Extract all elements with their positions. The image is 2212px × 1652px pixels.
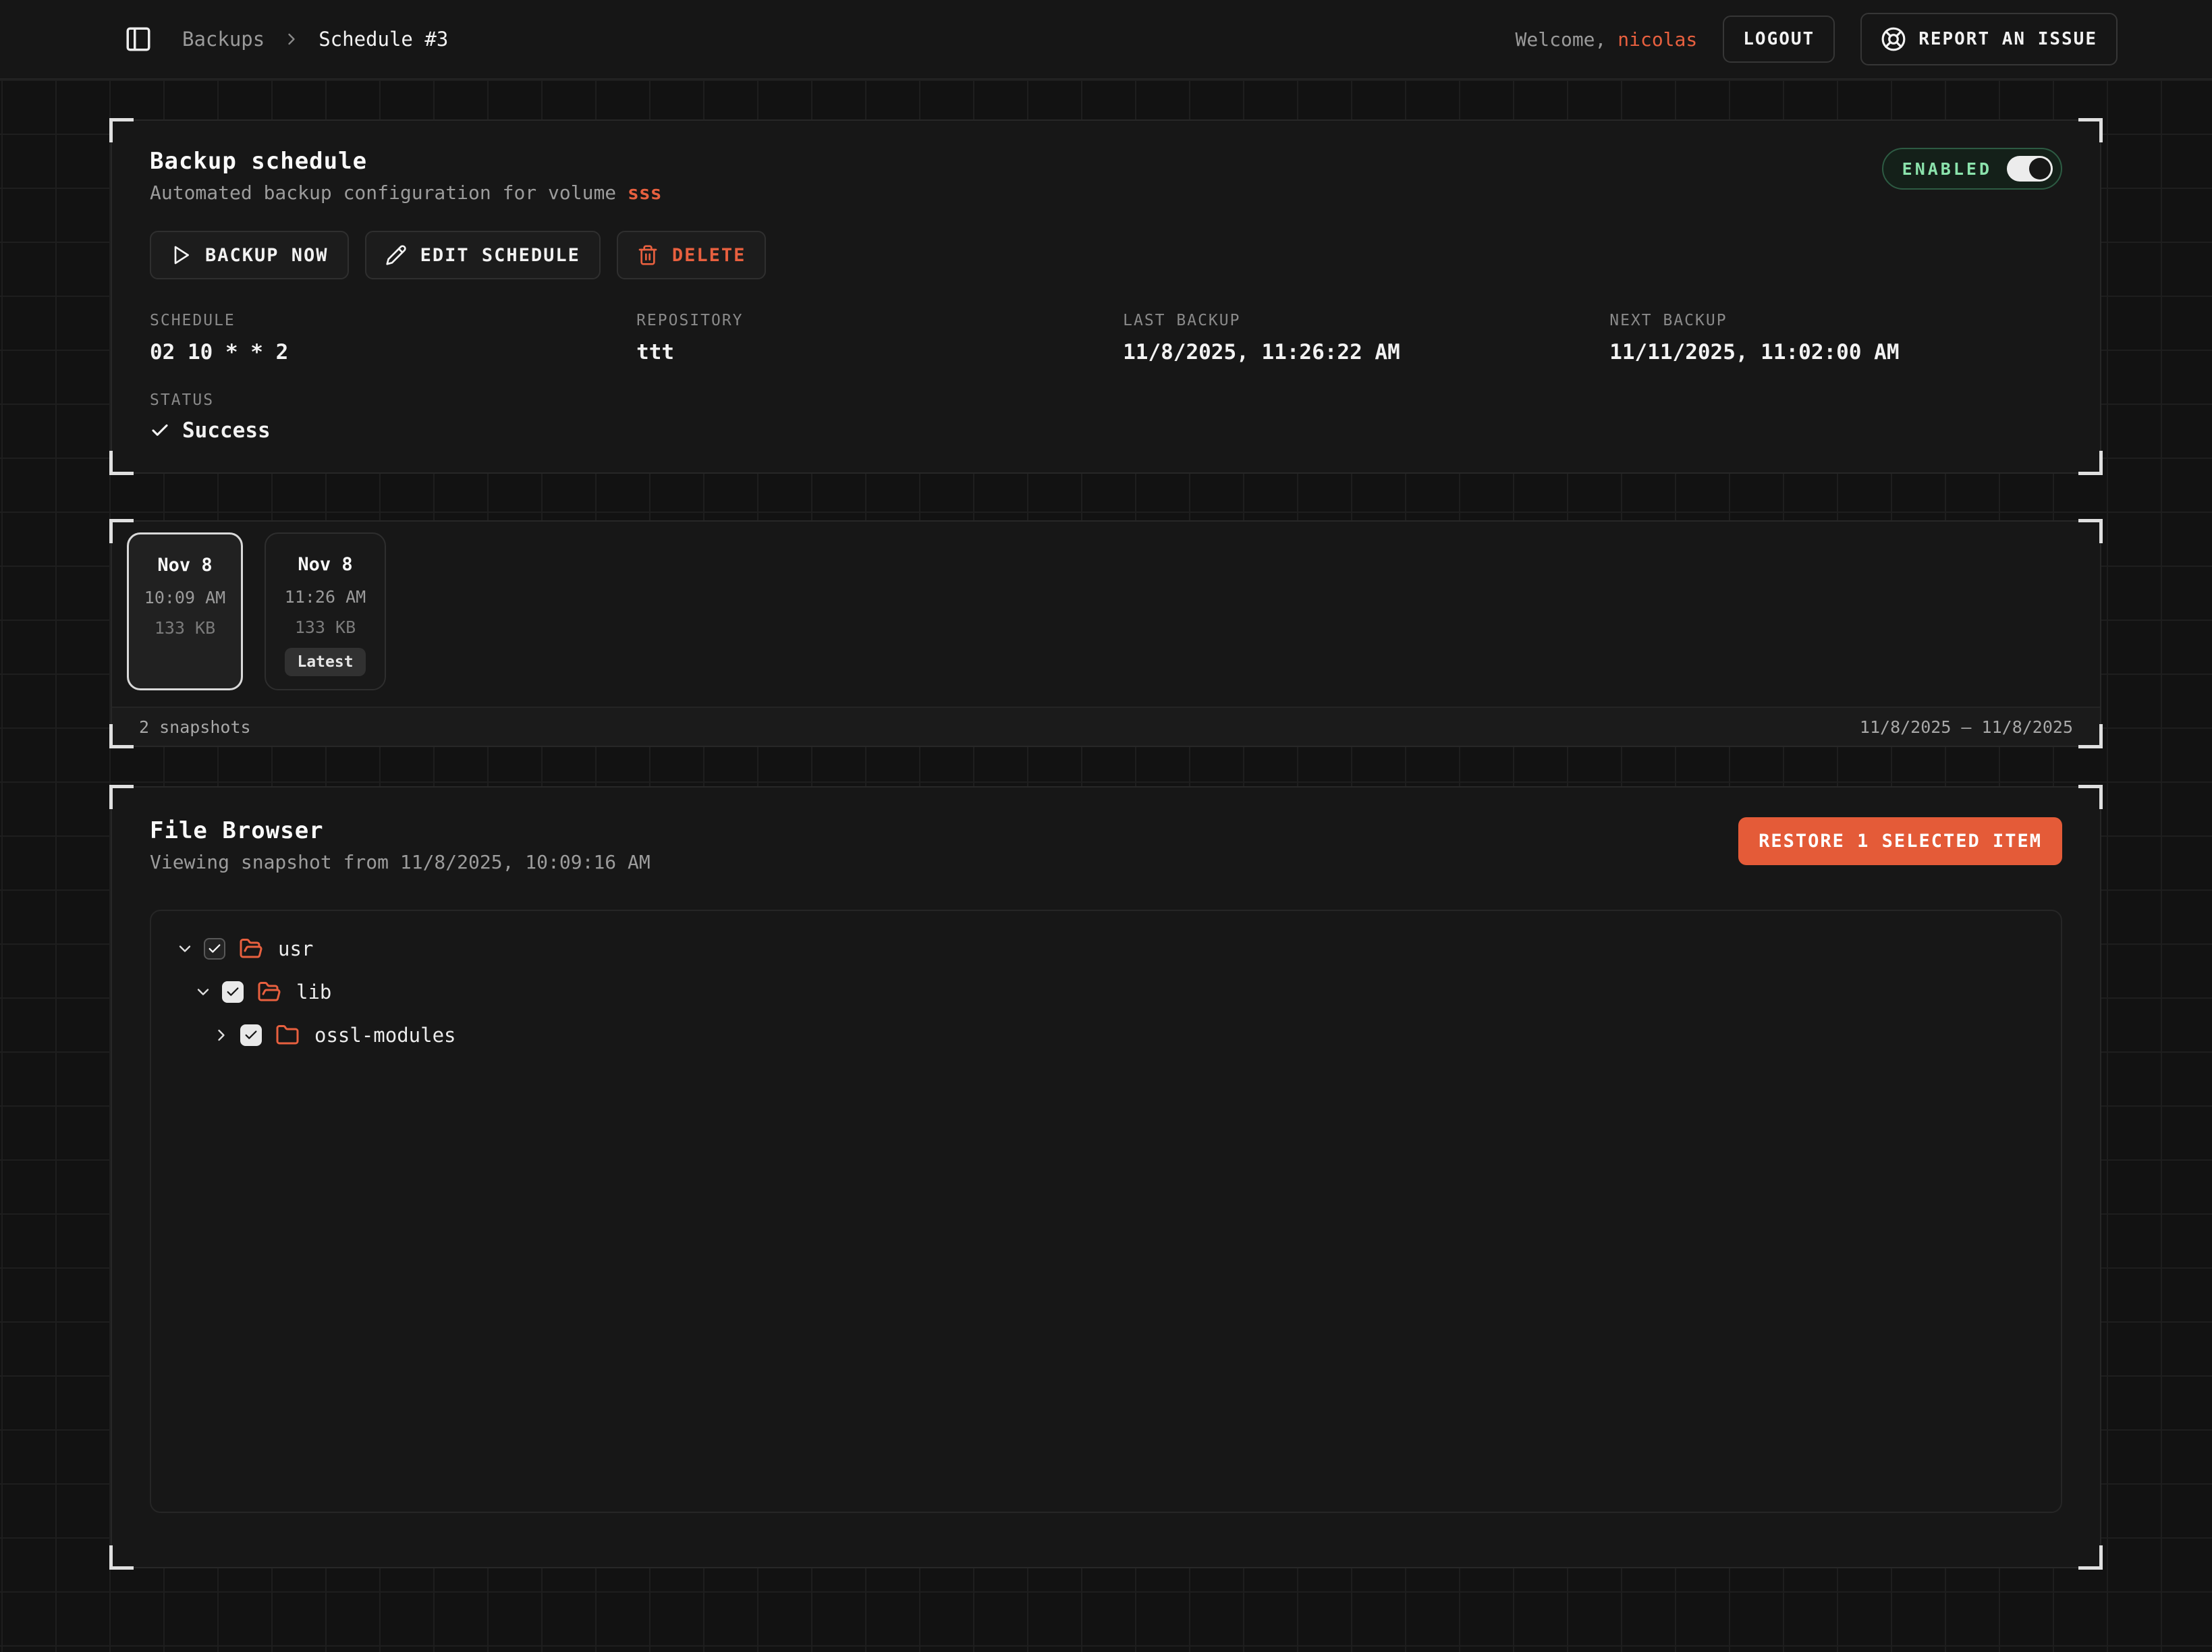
field-label: LAST BACKUP <box>1123 312 1609 329</box>
field-value: 11/8/2025, 11:26:22 AM <box>1123 340 1609 364</box>
status-label: STATUS <box>150 391 2062 409</box>
file-browser-panel: File Browser Viewing snapshot from 11/8/… <box>111 786 2101 1568</box>
username: nicolas <box>1617 28 1697 51</box>
corner-bracket <box>109 451 134 475</box>
field-next-backup: NEXT BACKUP 11/11/2025, 11:02:00 AM <box>1609 312 2062 364</box>
corner-bracket <box>2078 118 2103 142</box>
snapshots-footer: 2 snapshots 11/8/2025 – 11/8/2025 <box>112 707 2100 746</box>
field-value: ttt <box>636 340 1123 364</box>
file-browser-title: File Browser <box>150 817 651 844</box>
sidebar-toggle-button[interactable] <box>124 25 153 53</box>
toggle-switch[interactable] <box>2007 156 2053 182</box>
field-label: NEXT BACKUP <box>1609 312 2062 329</box>
breadcrumb: Backups Schedule #3 <box>182 28 448 51</box>
tree-item-label: usr <box>278 937 313 960</box>
field-schedule: SCHEDULE 02 10 * * 2 <box>150 312 636 364</box>
report-issue-button[interactable]: REPORT AN ISSUE <box>1860 13 2118 65</box>
corner-bracket <box>2078 724 2103 748</box>
field-repository: REPOSITORY ttt <box>636 312 1123 364</box>
corner-bracket <box>109 1545 134 1570</box>
panel-title: Backup schedule <box>150 148 662 175</box>
delete-label: DELETE <box>672 245 746 266</box>
backup-now-button[interactable]: BACKUP NOW <box>150 231 349 279</box>
snapshot-card-latest[interactable]: Nov 8 11:26 AM 133 KB Latest <box>265 532 386 690</box>
corner-bracket <box>109 785 134 809</box>
breadcrumb-chevron-icon <box>282 30 301 49</box>
snapshot-card-list: Nov 8 10:09 AM 133 KB Nov 8 11:26 AM 133… <box>112 522 2100 707</box>
folder-open-icon <box>257 980 281 1004</box>
top-bar: Backups Schedule #3 Welcome, nicolas LOG… <box>0 0 2212 80</box>
corner-bracket <box>2078 785 2103 809</box>
tree-row-ossl-modules[interactable]: ossl-modules <box>166 1014 2046 1057</box>
snapshot-time: 11:26 AM <box>285 587 366 607</box>
chevron-down-icon[interactable] <box>175 939 194 958</box>
panel-subtitle: Automated backup configuration for volum… <box>150 182 662 204</box>
snapshot-size: 133 KB <box>295 617 356 637</box>
snapshots-panel: Nov 8 10:09 AM 133 KB Nov 8 11:26 AM 133… <box>111 520 2101 747</box>
tree-item-label: ossl-modules <box>314 1024 456 1047</box>
breadcrumb-current: Schedule #3 <box>319 28 448 51</box>
snapshot-date-range: 11/8/2025 – 11/8/2025 <box>1860 717 2073 737</box>
chevron-right-icon[interactable] <box>212 1026 231 1045</box>
breadcrumb-section[interactable]: Backups <box>182 28 265 51</box>
toggle-knob <box>2029 158 2051 180</box>
corner-bracket <box>109 519 134 543</box>
folder-open-icon <box>239 937 263 961</box>
snapshot-date: Nov 8 <box>298 554 352 575</box>
field-label: REPOSITORY <box>636 312 1123 329</box>
logout-label: LOGOUT <box>1743 29 1815 49</box>
welcome-text: Welcome, nicolas <box>1516 28 1698 51</box>
welcome-prefix: Welcome, <box>1516 28 1607 51</box>
snapshot-date: Nov 8 <box>157 555 212 576</box>
chevron-down-icon[interactable] <box>194 983 213 1001</box>
restore-button[interactable]: RESTORE 1 SELECTED ITEM <box>1738 817 2062 865</box>
file-tree: usr lib ossl-modules <box>150 910 2062 1513</box>
checkbox-checked[interactable] <box>240 1024 262 1046</box>
delete-button[interactable]: DELETE <box>617 231 767 279</box>
field-value: 11/11/2025, 11:02:00 AM <box>1609 340 2062 364</box>
snapshot-size: 133 KB <box>155 618 215 638</box>
backup-schedule-panel: Backup schedule Automated backup configu… <box>111 119 2101 474</box>
edit-schedule-label: EDIT SCHEDULE <box>420 245 580 266</box>
field-label: SCHEDULE <box>150 312 636 329</box>
corner-bracket <box>2078 1545 2103 1570</box>
status-block: STATUS Success <box>150 391 2062 443</box>
file-browser-subtitle: Viewing snapshot from 11/8/2025, 10:09:1… <box>150 851 651 873</box>
snapshot-card-selected[interactable]: Nov 8 10:09 AM 133 KB <box>127 532 243 690</box>
tree-row-lib[interactable]: lib <box>166 970 2046 1014</box>
enabled-toggle[interactable]: ENABLED <box>1882 148 2062 190</box>
latest-badge: Latest <box>285 648 365 676</box>
backup-now-label: BACKUP NOW <box>205 245 329 266</box>
field-last-backup: LAST BACKUP 11/8/2025, 11:26:22 AM <box>1123 312 1609 364</box>
snapshot-count: 2 snapshots <box>139 717 251 737</box>
panel-left-icon <box>124 25 153 53</box>
report-issue-label: REPORT AN ISSUE <box>1918 29 2097 49</box>
check-icon <box>150 420 170 441</box>
folder-icon <box>275 1023 300 1047</box>
status-value: Success <box>182 418 271 443</box>
checkbox-partial[interactable] <box>204 938 225 960</box>
snapshot-time: 10:09 AM <box>144 588 225 607</box>
checkbox-checked[interactable] <box>222 981 244 1003</box>
tree-item-label: lib <box>296 981 331 1003</box>
trash-icon <box>637 244 659 266</box>
field-value: 02 10 * * 2 <box>150 340 636 364</box>
edit-schedule-button[interactable]: EDIT SCHEDULE <box>365 231 601 279</box>
enabled-label: ENABLED <box>1902 159 1992 179</box>
logout-button[interactable]: LOGOUT <box>1723 16 1835 63</box>
play-icon <box>170 244 192 266</box>
volume-name: sss <box>628 182 662 204</box>
corner-bracket <box>109 118 134 142</box>
corner-bracket <box>2078 519 2103 543</box>
life-buoy-icon <box>1881 26 1906 52</box>
pencil-icon <box>385 244 407 266</box>
subtitle-prefix: Automated backup configuration for volum… <box>150 182 628 204</box>
corner-bracket <box>109 724 134 748</box>
corner-bracket <box>2078 451 2103 475</box>
tree-row-usr[interactable]: usr <box>166 927 2046 970</box>
